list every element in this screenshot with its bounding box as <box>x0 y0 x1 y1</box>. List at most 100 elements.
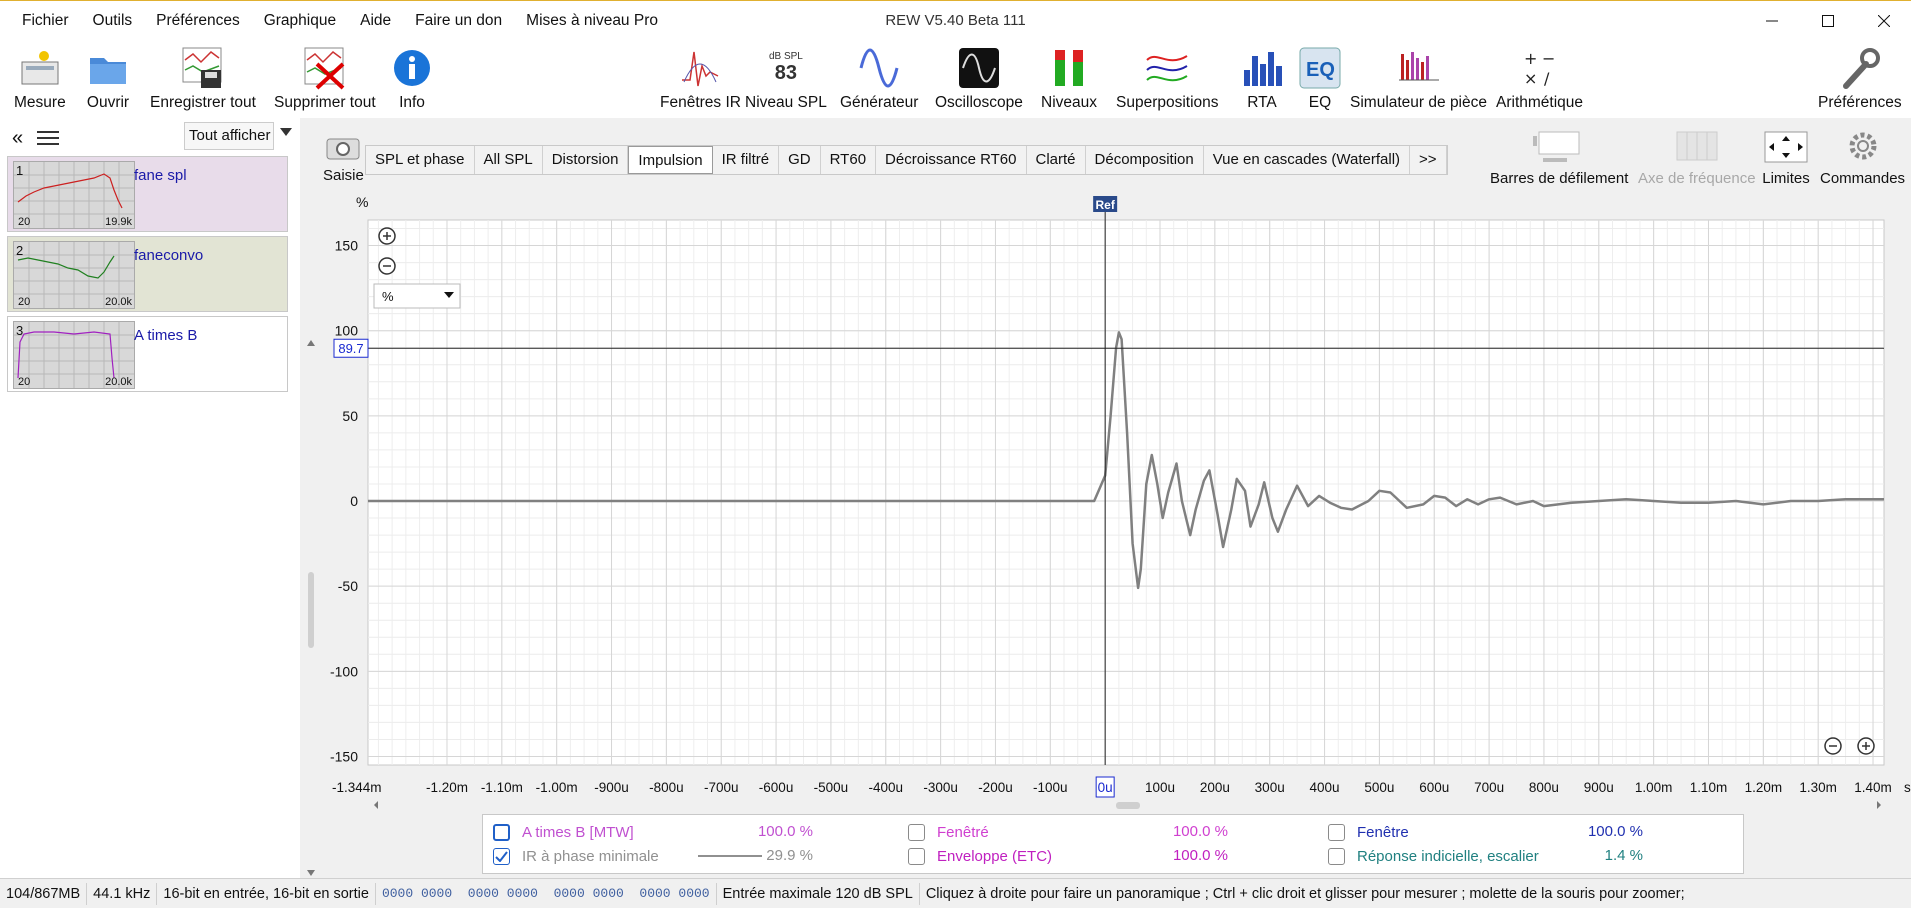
legend-item[interactable]: Fenêtré <box>908 819 989 845</box>
close-button[interactable] <box>1856 1 1911 41</box>
close-icon <box>1878 15 1890 27</box>
menu-outils[interactable]: Outils <box>81 1 145 41</box>
levels-button[interactable]: Niveaux <box>1041 46 1097 112</box>
x-tick-label: -900u <box>594 780 629 795</box>
menu-pro-upgrades[interactable]: Mises à niveau Pro <box>514 1 670 41</box>
measurement-panel: « Tout afficher 1 20 19.9k fane spl 2 20… <box>0 118 315 878</box>
save-all-button[interactable]: Enregistrer tout <box>150 46 256 112</box>
tab-0[interactable]: SPL et phase <box>366 146 475 174</box>
oscilloscope-button[interactable]: Oscilloscope <box>935 46 1023 112</box>
measurement-item[interactable]: 2 20 20.0k faneconvo <box>7 236 288 312</box>
x-tick-label: -1.344m <box>332 780 382 795</box>
y-tick-label: -50 <box>338 578 358 594</box>
menu-preferences[interactable]: Préférences <box>144 1 252 41</box>
spl-meter-icon: dB SPL 83 <box>768 51 803 84</box>
arithmetic-button[interactable]: + − × / Arithmétique <box>1496 46 1583 112</box>
tab-11[interactable]: >> <box>1410 146 1447 174</box>
tab-5[interactable]: GD <box>779 146 821 174</box>
measure-button[interactable]: Mesure <box>14 46 66 112</box>
scroll-up-icon[interactable] <box>307 340 315 346</box>
measurement-name: fane spl <box>134 167 187 184</box>
x-tick-label: -1.00m <box>536 780 578 795</box>
menu-bar: Fichier Outils Préférences Graphique Aid… <box>10 1 670 41</box>
ir-windows-button[interactable]: Fenêtres IR <box>660 46 741 112</box>
legend-item[interactable]: Réponse indicielle, escalier <box>1328 843 1539 869</box>
tab-4[interactable]: IR filtré <box>713 146 780 174</box>
legend-item[interactable]: Enveloppe (ETC) <box>908 843 1052 869</box>
legend-item[interactable]: A times B [MTW] <box>493 819 634 845</box>
tab-2[interactable]: Distorsion <box>543 146 629 174</box>
rta-button[interactable]: RTA <box>1240 46 1284 112</box>
zoom-out-y-icon[interactable] <box>378 257 396 275</box>
y-tick-label: 150 <box>335 238 359 254</box>
panel-scrollbar[interactable] <box>302 338 320 878</box>
y-tick-label: 100 <box>335 323 359 339</box>
graph-tabs: SPL et phase All SPL Distorsion Impulsion IR… <box>365 145 1448 175</box>
tab-3[interactable]: Impulsion <box>628 146 713 174</box>
open-button[interactable]: Ouvrir <box>86 46 130 112</box>
unit-select[interactable]: % <box>373 283 461 309</box>
tab-10[interactable]: Vue en cascades (Waterfall) <box>1204 146 1411 174</box>
collapse-panel-icon[interactable]: « <box>12 127 23 150</box>
ir-windows-icon <box>678 46 722 90</box>
horizontal-scrollbar[interactable] <box>374 801 1881 809</box>
tab-9[interactable]: Décomposition <box>1086 146 1204 174</box>
menu-icon[interactable] <box>37 130 60 146</box>
x-axis-unit: s <box>1904 780 1911 795</box>
preferences-button[interactable]: Préférences <box>1818 46 1902 112</box>
tab-7[interactable]: Décroissance RT60 <box>876 146 1027 174</box>
tab-8[interactable]: Clarté <box>1027 146 1086 174</box>
legend-checkbox[interactable] <box>908 847 925 865</box>
max-input-status: Entrée maximale 120 dB SPL <box>717 882 920 905</box>
x-tick-label: 100u <box>1145 780 1175 795</box>
limits-button[interactable]: Limites <box>1762 130 1810 187</box>
eq-button[interactable]: EQ EQ <box>1298 46 1342 112</box>
measurement-item[interactable]: 3 20 20.0k A times B <box>7 316 288 392</box>
levels-icon <box>1047 46 1091 90</box>
tab-6[interactable]: RT60 <box>821 146 877 174</box>
show-all-select[interactable]: Tout afficher <box>184 122 274 150</box>
generator-button[interactable]: Générateur <box>840 46 918 112</box>
info-icon <box>390 46 434 90</box>
zoom-out-x-icon[interactable] <box>1824 737 1842 755</box>
legend-label: IR à phase minimale <box>522 847 659 865</box>
impulse-graph[interactable]: 150 100 50 0 -50 -100 -150% -1.344m -1.20m -1.10… <box>320 190 1911 810</box>
tab-1[interactable]: All SPL <box>475 146 543 174</box>
legend-checkbox[interactable] <box>1328 847 1345 865</box>
x-tick-label: -100u <box>1033 780 1068 795</box>
scroll-thumb[interactable] <box>308 572 314 648</box>
scrollbars-button[interactable]: Barres de défilement <box>1490 130 1628 187</box>
memory-status: 104/867MB <box>0 882 88 905</box>
menu-donate[interactable]: Faire un don <box>403 1 514 41</box>
arithmetic-icon: + − × / <box>1518 46 1562 90</box>
spl-meter-button[interactable]: dB SPL 83 Niveau SPL <box>745 46 827 112</box>
svg-text:×: × <box>1524 69 1537 88</box>
limits-icon <box>1764 131 1808 163</box>
measurement-item[interactable]: 1 20 19.9k fane spl <box>7 156 288 232</box>
legend-item[interactable]: Fenêtre <box>1328 819 1409 845</box>
hint-status: Cliquez à droite pour faire un panoramiq… <box>925 885 1685 902</box>
zoom-in-y-icon[interactable] <box>378 227 396 245</box>
chevron-down-icon[interactable] <box>280 128 292 136</box>
legend-item[interactable]: IR à phase minimale <box>493 843 659 869</box>
overlays-button[interactable]: Superpositions <box>1116 46 1219 112</box>
menu-graphique[interactable]: Graphique <box>252 1 348 41</box>
controls-button[interactable]: Commandes <box>1820 130 1905 187</box>
info-button[interactable]: Info <box>390 46 434 112</box>
minimize-button[interactable] <box>1744 1 1800 41</box>
scroll-down-icon[interactable] <box>307 870 315 876</box>
legend-checkbox[interactable] <box>1328 823 1345 841</box>
minimize-icon <box>1766 20 1778 22</box>
menu-fichier[interactable]: Fichier <box>10 1 81 41</box>
x-tick-label: 300u <box>1255 780 1285 795</box>
legend-checkbox[interactable] <box>493 823 510 841</box>
legend-checkbox[interactable] <box>908 823 925 841</box>
legend-checkbox[interactable] <box>493 847 510 865</box>
zoom-in-x-icon[interactable] <box>1857 737 1875 755</box>
delete-all-button[interactable]: Supprimer tout <box>274 46 376 112</box>
maximize-button[interactable] <box>1800 1 1856 41</box>
room-sim-button[interactable]: Simulateur de pièce <box>1350 46 1487 112</box>
legend-label: Enveloppe (ETC) <box>937 847 1053 865</box>
menu-aide[interactable]: Aide <box>348 1 403 41</box>
capture-button[interactable]: Saisie <box>323 133 364 184</box>
